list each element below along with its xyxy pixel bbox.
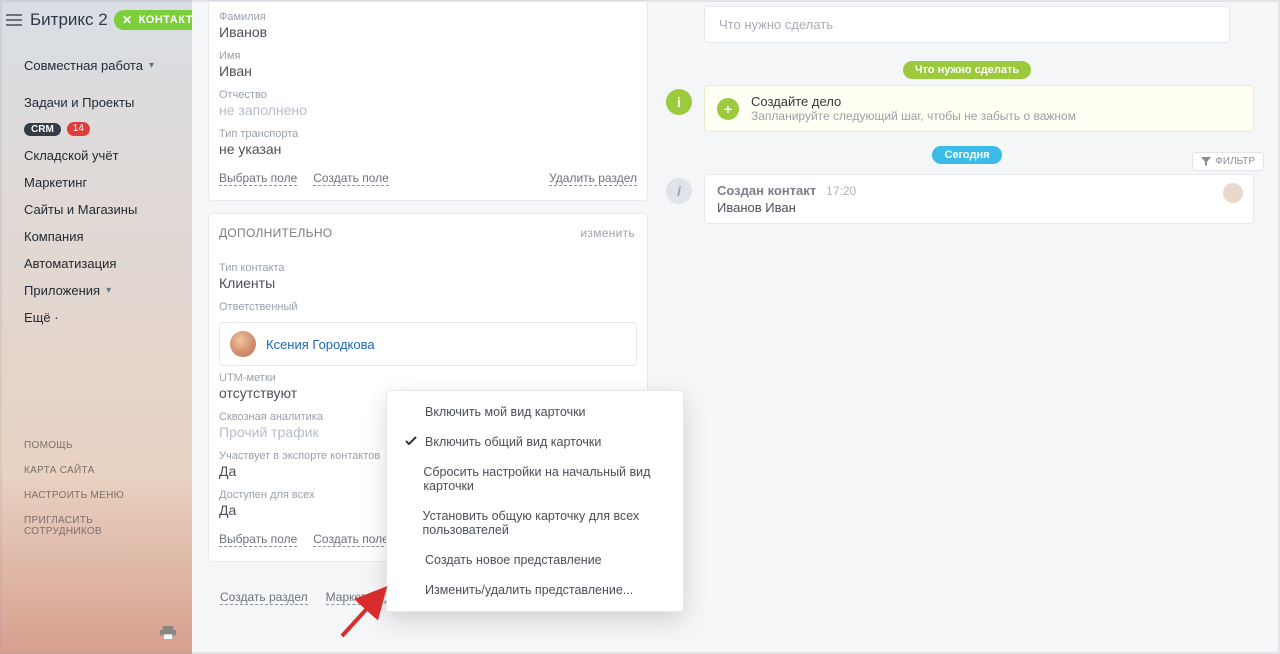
field-value: Иванов bbox=[219, 24, 637, 40]
sidebar-item-9[interactable]: Ещё · bbox=[0, 304, 192, 331]
field-label: Отчество bbox=[219, 89, 637, 101]
created-contact-title: Создан контакт bbox=[717, 183, 816, 198]
sidebar-item-5[interactable]: Сайты и Магазины bbox=[0, 196, 192, 223]
popup-item-0[interactable]: Включить мой вид карточки bbox=[387, 397, 683, 427]
filter-button[interactable]: ФИЛЬТР bbox=[1192, 152, 1264, 171]
create-field-link[interactable]: Создать поле bbox=[313, 532, 389, 547]
card-additional-edit[interactable]: изменить bbox=[580, 226, 635, 240]
popup-item-label: Включить общий вид карточки bbox=[425, 435, 601, 449]
sidebar-item-label: Задачи и Проекты bbox=[24, 95, 134, 110]
avatar bbox=[230, 331, 256, 357]
created-contact-time: 17:20 bbox=[826, 184, 856, 198]
create-field-link[interactable]: Создать поле bbox=[313, 171, 389, 186]
sidebar-item-label: Автоматизация bbox=[24, 256, 116, 271]
filter-label: ФИЛЬТР bbox=[1215, 156, 1255, 167]
chevron-down-icon: ▾ bbox=[149, 60, 154, 71]
chevron-down-icon: ▾ bbox=[106, 285, 111, 296]
sidebar-item-6[interactable]: Компания bbox=[0, 223, 192, 250]
popup-item-4[interactable]: Создать новое представление bbox=[387, 545, 683, 575]
todo-input[interactable]: Что нужно сделать bbox=[704, 6, 1230, 43]
sidebar-item-label: Приложения bbox=[24, 283, 100, 298]
sidebar-item-7[interactable]: Автоматизация bbox=[0, 250, 192, 277]
history-icon: i bbox=[666, 178, 692, 204]
field-label: Фамилия bbox=[219, 11, 637, 23]
sidebar-item-1[interactable]: Задачи и Проекты bbox=[0, 89, 192, 116]
sidebar-item-8[interactable]: Приложения ▾ bbox=[0, 277, 192, 304]
hamburger-icon[interactable] bbox=[6, 14, 22, 26]
sidebar-item-2[interactable]: CRM 14 bbox=[0, 116, 192, 142]
popup-item-label: Включить мой вид карточки bbox=[425, 405, 586, 419]
sidebar-item-label: Совместная работа bbox=[24, 58, 143, 73]
crm-count: 14 bbox=[67, 122, 90, 136]
sidebar-footer-1[interactable]: КАРТА САЙТА bbox=[24, 458, 168, 483]
pill-todo: Что нужно сделать bbox=[903, 61, 1031, 79]
timeline-panel: Что нужно сделать Что нужно сделать i + … bbox=[662, 0, 1276, 654]
select-field-link[interactable]: Выбрать поле bbox=[219, 532, 297, 547]
check-icon bbox=[405, 435, 417, 449]
field-label: Тип контакта bbox=[219, 262, 637, 274]
sidebar-item-label: Компания bbox=[24, 229, 84, 244]
field-value: не указан bbox=[219, 141, 637, 157]
sidebar-item-3[interactable]: Складской учёт bbox=[0, 142, 192, 169]
create-activity-sub: Запланируйте следующий шаг, чтобы не заб… bbox=[751, 109, 1076, 123]
popup-item-2[interactable]: Сбросить настройки на начальный вид карт… bbox=[387, 457, 683, 501]
select-field-link[interactable]: Выбрать поле bbox=[219, 171, 297, 186]
card-additional-title: ДОПОЛНИТЕЛЬНО bbox=[219, 226, 332, 240]
delete-section-link[interactable]: Удалить раздел bbox=[549, 171, 637, 186]
card-basic: ФамилияИванов ИмяИван Отчествоне заполнено… bbox=[208, 0, 648, 201]
sidebar-item-4[interactable]: Маркетинг bbox=[0, 169, 192, 196]
popup-item-3[interactable]: Установить общую карточку для всех польз… bbox=[387, 501, 683, 545]
view-settings-popup: Включить мой вид карточки Включить общий … bbox=[386, 390, 684, 612]
field-label: Имя bbox=[219, 50, 637, 62]
sidebar-item-label: Складской учёт bbox=[24, 148, 119, 163]
popup-item-label: Установить общую карточку для всех польз… bbox=[423, 509, 666, 537]
pill-today: Сегодня bbox=[932, 146, 1001, 164]
contact-pill[interactable]: ✕ КОНТАКТ bbox=[114, 10, 192, 30]
field-value: Иван bbox=[219, 63, 637, 79]
create-activity-card[interactable]: + Создайте дело Запланируйте следующий ш… bbox=[704, 85, 1254, 132]
create-section-link[interactable]: Создать раздел bbox=[220, 590, 308, 605]
sidebar-footer-0[interactable]: ПОМОЩЬ bbox=[24, 433, 168, 458]
field-label: Тип транспорта bbox=[219, 128, 637, 140]
popup-item-label: Создать новое представление bbox=[425, 553, 602, 567]
left-sidebar: Битрикс 2 ✕ КОНТАКТ Совместная работа ▾ За… bbox=[0, 0, 192, 654]
responsible-name[interactable]: Ксения Городкова bbox=[266, 337, 375, 352]
field-label: UTM-метки bbox=[219, 372, 637, 384]
sidebar-item-label: Сайты и Магазины bbox=[24, 202, 137, 217]
field-value: не заполнено bbox=[219, 102, 637, 118]
crm-badge: CRM bbox=[24, 123, 61, 136]
popup-item-5[interactable]: Изменить/удалить представление... bbox=[387, 575, 683, 605]
sidebar-footer-2[interactable]: НАСТРОИТЬ МЕНЮ bbox=[24, 483, 168, 508]
close-icon[interactable]: ✕ bbox=[122, 14, 133, 26]
create-activity-title: Создайте дело bbox=[751, 94, 1076, 109]
popup-item-label: Изменить/удалить представление... bbox=[425, 583, 633, 597]
field-value: Клиенты bbox=[219, 275, 637, 291]
responsible-box[interactable]: Ксения Городкова bbox=[219, 322, 637, 366]
sidebar-item-0[interactable]: Совместная работа ▾ bbox=[0, 52, 192, 79]
funnel-icon bbox=[1201, 157, 1211, 167]
responsible-label: Ответственный bbox=[219, 301, 637, 313]
created-contact-name: Иванов Иван bbox=[717, 200, 1241, 215]
created-contact-card[interactable]: Создан контакт 17:20 Иванов Иван bbox=[704, 174, 1254, 224]
printer-icon[interactable] bbox=[160, 626, 176, 640]
contact-pill-label: КОНТАКТ bbox=[139, 14, 192, 26]
market-link[interactable]: Маркет bbox=[326, 590, 367, 605]
plus-icon[interactable]: + bbox=[717, 98, 739, 120]
sidebar-item-label: Маркетинг bbox=[24, 175, 87, 190]
sidebar-footer-3[interactable]: ПРИГЛАСИТЬ СОТРУДНИКОВ bbox=[24, 508, 168, 544]
info-icon: i bbox=[666, 89, 692, 115]
popup-item-label: Сбросить настройки на начальный вид карт… bbox=[423, 465, 665, 493]
popup-item-1[interactable]: Включить общий вид карточки bbox=[387, 427, 683, 457]
brand-logo: Битрикс 2 bbox=[30, 10, 108, 30]
avatar bbox=[1223, 183, 1243, 203]
sidebar-item-label: Ещё · bbox=[24, 310, 59, 325]
